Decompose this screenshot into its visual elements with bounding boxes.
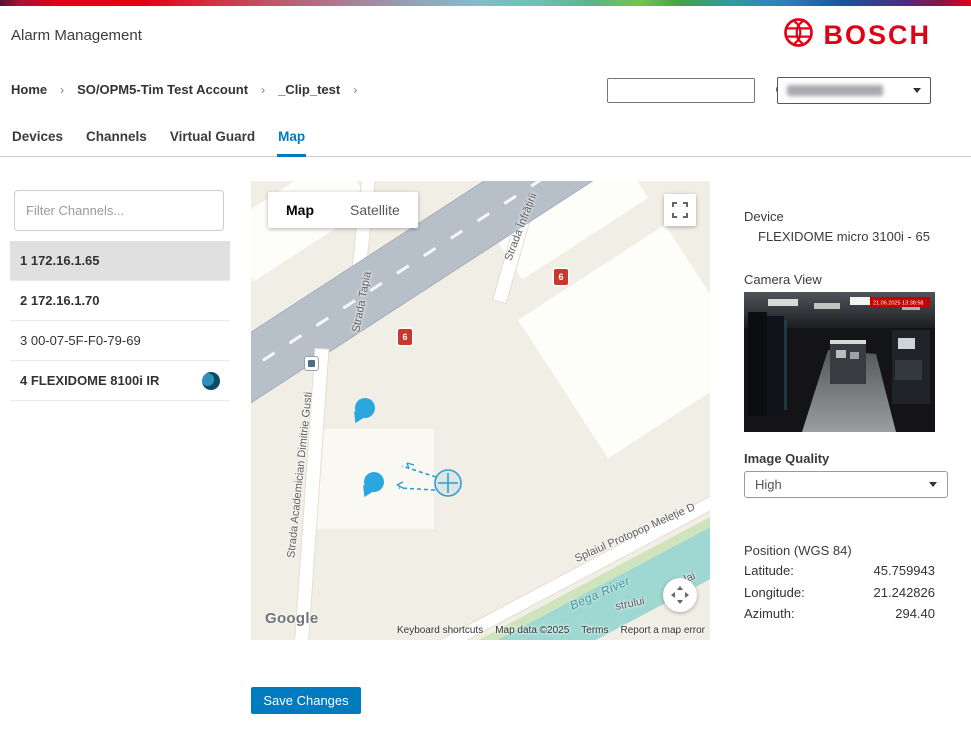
tab-bar: Devices Channels Virtual Guard Map: [0, 118, 971, 157]
channel-list: 1 172.16.1.65 2 172.16.1.70 3 00-07-5F-F…: [10, 241, 230, 401]
bosch-brand-stripe: [0, 0, 971, 6]
breadcrumb-separator: ›: [261, 83, 265, 97]
google-logo[interactable]: Google: [265, 610, 318, 627]
bosch-logo: BOSCH: [783, 17, 931, 53]
position-label: Position (WGS 84): [744, 543, 852, 558]
channel-item-2[interactable]: 2 172.16.1.70: [10, 281, 230, 321]
map-type-control: Map Satellite: [268, 192, 418, 228]
channel-label: 4 FLEXIDOME 8100i IR: [20, 373, 159, 388]
camera-view-label: Camera View: [744, 272, 822, 287]
google-map[interactable]: Strada Înfrățirii Strada Tapia Strada Ac…: [251, 181, 710, 640]
azimuth-value: 294.40: [895, 606, 935, 621]
snapshot-timestamp: 21.06.2025 13:38:58: [873, 301, 923, 307]
map-attribution: Keyboard shortcuts Map data ©2025 Terms …: [397, 625, 705, 636]
fullscreen-button[interactable]: [664, 194, 696, 226]
tab-virtual-guard[interactable]: Virtual Guard: [169, 118, 256, 157]
channel-label: 1 172.16.1.65: [20, 253, 100, 268]
breadcrumb-clip-test[interactable]: _Clip_test: [278, 82, 340, 97]
channel-item-4[interactable]: 4 FLEXIDOME 8100i IR: [10, 361, 230, 401]
map-data-copyright: Map data ©2025: [495, 625, 569, 636]
pan-arrows-icon: [670, 585, 690, 605]
route-badge-6: 6: [554, 269, 568, 285]
route-badge-6: 6: [398, 329, 412, 345]
longitude-label: Longitude:: [744, 585, 805, 600]
device-name: FLEXIDOME micro 3100i - 65: [758, 229, 930, 244]
device-label: Device: [744, 209, 784, 224]
camera-marker-1[interactable]: [355, 398, 375, 418]
breadcrumb-separator: ›: [353, 83, 357, 97]
bosch-symbol-icon: [783, 17, 814, 53]
camera-fov-marker[interactable]: [393, 461, 467, 509]
azimuth-row: Azimuth: 294.40: [744, 606, 935, 621]
fullscreen-icon: [672, 202, 688, 218]
tab-devices[interactable]: Devices: [11, 118, 64, 157]
terms-link[interactable]: Terms: [581, 625, 608, 636]
page-title: Alarm Management: [11, 27, 142, 44]
image-quality-select[interactable]: High: [744, 471, 948, 498]
latitude-row: Latitude: 45.759943: [744, 563, 935, 578]
camera-marker-2[interactable]: [364, 472, 384, 492]
channel-item-1[interactable]: 1 172.16.1.65: [10, 241, 230, 281]
latitude-label: Latitude:: [744, 563, 794, 578]
camera-position-icon[interactable]: [202, 372, 220, 390]
tab-channels[interactable]: Channels: [85, 118, 148, 157]
breadcrumb-separator: ›: [60, 83, 64, 97]
save-changes-button[interactable]: Save Changes: [251, 687, 361, 714]
chevron-down-icon: [913, 88, 921, 93]
keyboard-shortcuts-link[interactable]: Keyboard shortcuts: [397, 625, 483, 636]
search-box: [607, 78, 755, 103]
azimuth-label: Azimuth:: [744, 606, 795, 621]
breadcrumb-account[interactable]: SO/OPM5-Tim Test Account: [77, 82, 248, 97]
breadcrumb-home[interactable]: Home: [11, 82, 47, 97]
channel-item-3[interactable]: 3 00-07-5F-F0-79-69: [10, 321, 230, 361]
redacted-filter-select[interactable]: [777, 77, 931, 104]
channel-label: 2 172.16.1.70: [20, 293, 100, 308]
camera-snapshot: 21.06.2025 13:38:58: [744, 292, 935, 432]
image-quality-label: Image Quality: [744, 451, 829, 466]
satellite-view-button[interactable]: Satellite: [332, 192, 418, 228]
longitude-row: Longitude: 21.242826: [744, 585, 935, 600]
report-map-error-link[interactable]: Report a map error: [621, 625, 705, 636]
bosch-wordmark: BOSCH: [823, 22, 931, 49]
tab-map[interactable]: Map: [277, 118, 306, 157]
chevron-down-icon: [929, 482, 937, 487]
longitude-value: 21.242826: [874, 585, 935, 600]
channel-label: 3 00-07-5F-F0-79-69: [20, 333, 141, 348]
image-quality-value: High: [755, 477, 782, 492]
search-input[interactable]: [608, 79, 775, 102]
page: Alarm Management BOSCH Home › SO/OPM5-Ti…: [0, 0, 971, 744]
filter-channels-input[interactable]: [14, 190, 224, 231]
map-view-button[interactable]: Map: [268, 192, 332, 228]
redacted-select-value: [787, 85, 883, 96]
breadcrumb: Home › SO/OPM5-Tim Test Account › _Clip_…: [11, 82, 357, 97]
pan-control[interactable]: [663, 578, 697, 612]
transit-stop-icon: [304, 356, 319, 371]
latitude-value: 45.759943: [874, 563, 935, 578]
